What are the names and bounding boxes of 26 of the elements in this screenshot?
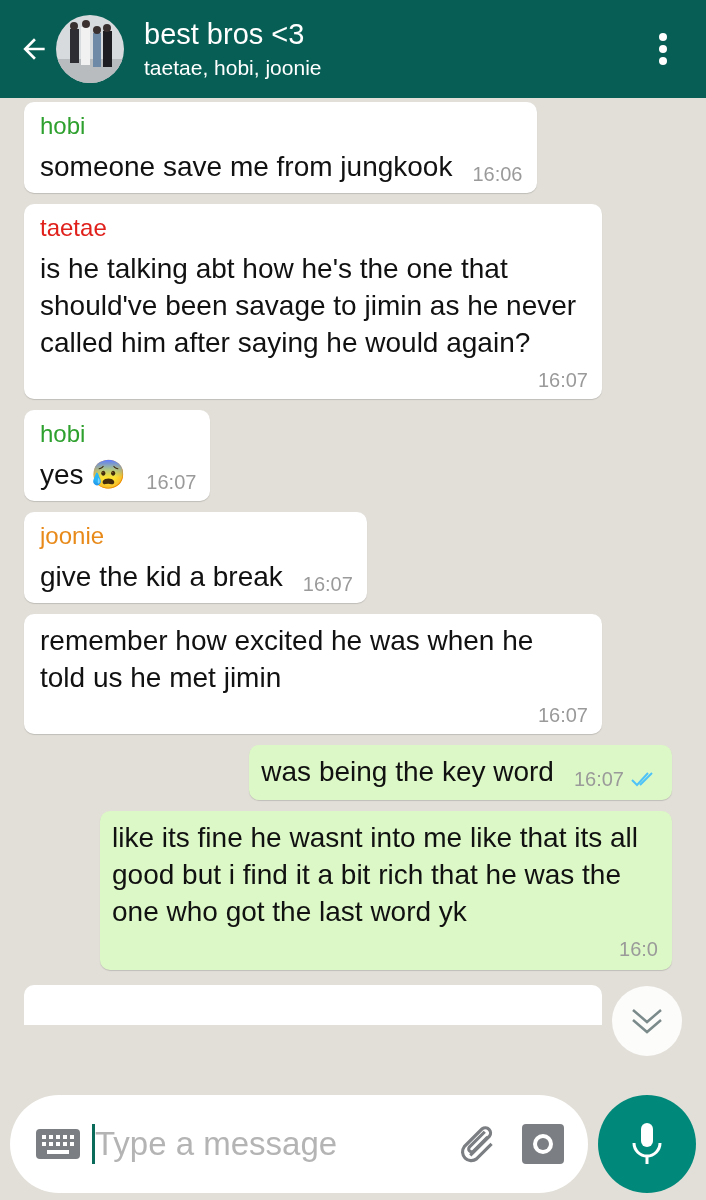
message-text: remember how excited he was when he told us he met jimin: [40, 624, 535, 695]
message-time: 16:0: [619, 937, 658, 962]
double-chevron-down-icon: [630, 1007, 664, 1035]
message-text: someone save me from jungkook: [40, 150, 453, 184]
message-input[interactable]: Type a message: [10, 1095, 588, 1193]
message-text: give the kid a break: [40, 560, 283, 594]
message-text: is he talking abt how he's the one that should've been savage to jimin as he never called him after saying he would again?: [40, 252, 578, 360]
sender-name: joonie: [40, 521, 106, 551]
keyboard-icon[interactable]: [36, 1129, 80, 1159]
message-time: 16:07: [537, 703, 588, 728]
message-text: like its fine he wasnt into me like that its all good but i find it a bit rich that he was the one who got the last word yk: [112, 821, 639, 929]
message-time: 16:07: [302, 572, 353, 597]
more-options-icon[interactable]: [658, 32, 668, 66]
message-time: 16:07: [146, 470, 197, 495]
message-field[interactable]: Type a message: [95, 1119, 458, 1169]
chat-title: best bros <3: [144, 17, 306, 52]
message-text: was being the key word: [261, 755, 554, 789]
message-time: 16:06: [472, 162, 523, 187]
sender-name: taetae: [40, 213, 108, 243]
message-text: yes 😰: [40, 458, 127, 492]
sender-name: hobi: [40, 111, 87, 141]
camera-icon[interactable]: [522, 1124, 564, 1164]
message-time: 16:07: [573, 767, 624, 792]
sender-name: hobi: [40, 419, 87, 449]
chat-members: taetae, hobi, joonie: [144, 55, 323, 81]
message-time: 16:07: [537, 368, 588, 393]
